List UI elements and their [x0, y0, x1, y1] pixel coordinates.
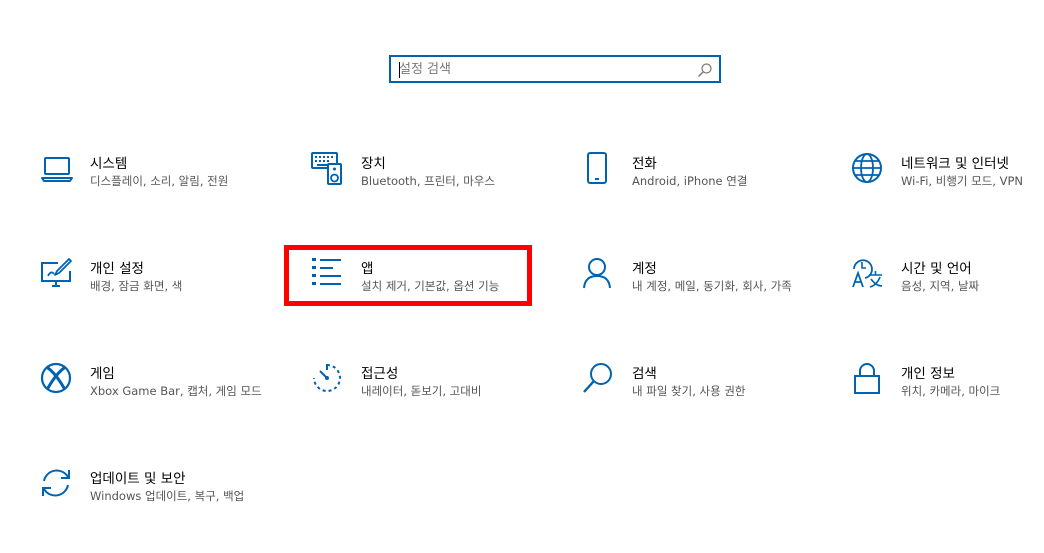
accessibility-timer-icon	[311, 362, 345, 396]
tile-description: 디스플레이, 소리, 알림, 전원	[90, 174, 229, 188]
tile-devices[interactable]: 장치 Bluetooth, 프린터, 마우스	[311, 152, 541, 212]
tile-title: 계정	[632, 261, 657, 277]
tile-privacy[interactable]: 개인 정보 위치, 카메라, 마이크	[851, 362, 1044, 422]
highlight-box	[284, 245, 532, 306]
tile-title: 게임	[90, 366, 115, 382]
laptop-icon	[40, 152, 74, 186]
tile-title: 개인 정보	[901, 366, 955, 382]
personalization-icon	[40, 257, 74, 291]
tile-network[interactable]: 네트워크 및 인터넷 Wi-Fi, 비행기 모드, VPN	[851, 152, 1044, 212]
tile-title: 시스템	[90, 156, 128, 172]
tile-personalization[interactable]: 개인 설정 배경, 잠금 화면, 색	[40, 257, 270, 317]
tile-description: Xbox Game Bar, 캡처, 게임 모드	[90, 384, 262, 398]
tile-gaming[interactable]: 게임 Xbox Game Bar, 캡처, 게임 모드	[40, 362, 270, 422]
tile-title: 전화	[632, 156, 657, 172]
globe-icon	[851, 152, 885, 186]
tile-accounts[interactable]: 계정 내 계정, 메일, 동기화, 회사, 가족	[582, 257, 812, 317]
keyboard-speaker-icon	[311, 152, 345, 186]
search-input[interactable]	[399, 60, 689, 78]
tile-accessibility[interactable]: 접근성 내레이터, 돋보기, 고대비	[311, 362, 541, 422]
text-caret	[399, 62, 400, 78]
lock-icon	[851, 362, 885, 396]
tile-description: Bluetooth, 프린터, 마우스	[361, 174, 495, 188]
tile-time-language[interactable]: 시간 및 언어 음성, 지역, 날짜	[851, 257, 1044, 317]
tile-description: 배경, 잠금 화면, 색	[90, 279, 183, 293]
tile-description: 음성, 지역, 날짜	[901, 279, 980, 293]
tile-description: Windows 업데이트, 복구, 백업	[90, 489, 245, 503]
tile-description: Wi-Fi, 비행기 모드, VPN	[901, 174, 1024, 188]
settings-search-box[interactable]	[389, 55, 721, 83]
tile-title: 네트워크 및 인터넷	[901, 156, 1009, 172]
tile-title: 장치	[361, 156, 386, 172]
tile-description: 내 파일 찾기, 사용 권한	[632, 384, 746, 398]
tile-title: 개인 설정	[90, 261, 144, 277]
tile-description: 내 계정, 메일, 동기화, 회사, 가족	[632, 279, 792, 293]
search-icon[interactable]	[697, 62, 713, 78]
sync-icon	[40, 467, 74, 501]
tile-phone[interactable]: 전화 Android, iPhone 연결	[582, 152, 812, 212]
tile-description: Android, iPhone 연결	[632, 174, 748, 188]
tile-update-security[interactable]: 업데이트 및 보안 Windows 업데이트, 복구, 백업	[40, 467, 270, 527]
tile-title: 업데이트 및 보안	[90, 471, 186, 487]
search-icon	[582, 362, 616, 396]
phone-icon	[582, 152, 616, 186]
tile-title: 시간 및 언어	[901, 261, 972, 277]
tile-description: 내레이터, 돋보기, 고대비	[361, 384, 482, 398]
tile-title: 접근성	[361, 366, 399, 382]
person-icon	[582, 257, 616, 291]
tile-system[interactable]: 시스템 디스플레이, 소리, 알림, 전원	[40, 152, 270, 212]
tile-title: 검색	[632, 366, 657, 382]
tile-description: 위치, 카메라, 마이크	[901, 384, 1001, 398]
xbox-icon	[40, 362, 74, 396]
tile-search[interactable]: 검색 내 파일 찾기, 사용 권한	[582, 362, 812, 422]
language-icon	[851, 257, 885, 291]
